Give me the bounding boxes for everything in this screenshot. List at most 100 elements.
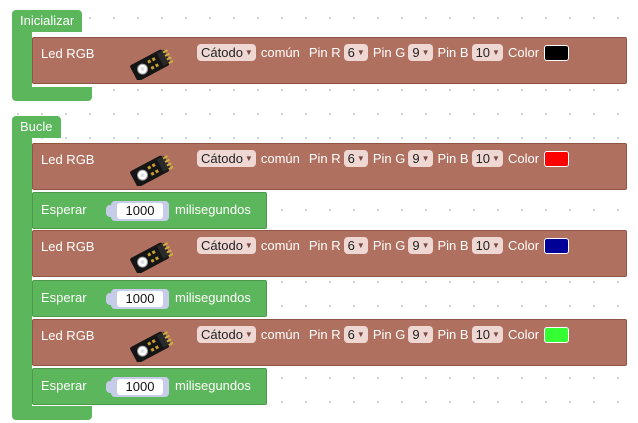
wait-label: Esperar <box>41 290 87 305</box>
common-label: común <box>260 327 300 342</box>
pin-g-value: 9 <box>412 327 420 342</box>
dropdown-arrow-icon: ▼ <box>356 48 365 57</box>
color-swatch[interactable] <box>544 150 570 167</box>
dropdown-arrow-icon: ▼ <box>244 241 253 250</box>
pin-r-dropdown[interactable]: 6 ▼ <box>343 44 368 61</box>
wait-label: Esperar <box>41 202 87 217</box>
pin-g-dropdown[interactable]: 9 ▼ <box>408 150 433 167</box>
workspace[interactable]: Inicializar Bucle Led RGB Cátodo▼ común <box>0 0 638 423</box>
pin-b-label: Pin B <box>437 327 469 342</box>
cathode-value: Cátodo <box>201 327 243 342</box>
pin-r-label: Pin R <box>308 327 341 342</box>
pin-b-dropdown[interactable]: 10 ▼ <box>471 237 503 254</box>
pin-g-dropdown[interactable]: 9 ▼ <box>408 237 433 254</box>
loop-block-foot <box>12 406 92 420</box>
rgb-led-module-icon <box>130 242 173 273</box>
number-input-block: 1000 <box>106 377 169 397</box>
dropdown-arrow-icon: ▼ <box>244 154 253 163</box>
dropdown-arrow-icon: ▼ <box>421 48 430 57</box>
dropdown-arrow-icon: ▼ <box>244 330 253 339</box>
led-rgb-label: Led RGB <box>41 152 95 167</box>
common-label: común <box>260 238 300 253</box>
pin-g-dropdown[interactable]: 9 ▼ <box>408 44 433 61</box>
wait-unit-label: milisegundos <box>175 290 251 305</box>
color-swatch[interactable] <box>544 44 570 61</box>
led-rgb-block[interactable]: Led RGB Cátodo ▼ común Pin R 6 ▼ Pin G 9 ▼ … <box>32 37 627 84</box>
pin-g-value: 9 <box>412 238 420 253</box>
dropdown-arrow-icon: ▼ <box>356 241 365 250</box>
pin-b-value: 10 <box>475 327 491 342</box>
pin-r-value: 6 <box>347 327 355 342</box>
dropdown-arrow-icon: ▼ <box>356 154 365 163</box>
loop-block-label: Bucle <box>12 116 61 138</box>
dropdown-arrow-icon: ▼ <box>492 48 500 57</box>
dropdown-arrow-icon: ▼ <box>421 154 430 163</box>
led-rgb-block[interactable]: Led RGB Cátodo ▼ común Pin R 6 ▼ Pin G 9 ▼ … <box>32 143 627 190</box>
wait-label: Esperar <box>41 378 87 393</box>
dropdown-arrow-icon: ▼ <box>492 241 500 250</box>
cathode-dropdown[interactable]: Cátodo ▼ <box>197 150 256 167</box>
pin-r-label: Pin R <box>308 151 341 166</box>
setup-block-foot <box>12 87 92 101</box>
color-label: Color <box>507 327 540 342</box>
rgb-led-module-icon <box>130 155 173 186</box>
dropdown-arrow-icon: ▼ <box>492 154 500 163</box>
pin-b-dropdown[interactable]: 10 ▼ <box>471 44 503 61</box>
cathode-dropdown[interactable]: Cátodo ▼ <box>197 237 256 254</box>
pin-b-dropdown[interactable]: 10 ▼ <box>471 150 503 167</box>
rgb-led-module-icon <box>130 49 173 80</box>
common-label: común <box>260 45 300 60</box>
pin-r-label: Pin R <box>308 238 341 253</box>
pin-r-dropdown[interactable]: 6 ▼ <box>343 326 368 343</box>
number-input-block: 1000 <box>106 201 169 221</box>
led-rgb-label: Led RGB <box>41 328 95 343</box>
pin-b-label: Pin B <box>437 151 469 166</box>
led-rgb-label: Led RGB <box>41 46 95 61</box>
wait-block[interactable]: Esperar 1000 milisegundos <box>32 368 267 405</box>
led-rgb-block[interactable]: Led RGB Cátodo ▼ común Pin R 6 ▼ Pin G 9 ▼ … <box>32 319 627 366</box>
color-swatch[interactable] <box>544 237 570 254</box>
cathode-value: Cátodo <box>201 238 243 253</box>
cathode-dropdown[interactable]: Cátodo ▼ <box>197 326 256 343</box>
dropdown-arrow-icon: ▼ <box>421 330 430 339</box>
dropdown-arrow-icon: ▼ <box>421 241 430 250</box>
pin-b-dropdown[interactable]: 10 ▼ <box>471 326 503 343</box>
cathode-value: Cátodo <box>201 151 243 166</box>
pin-r-value: 6 <box>347 238 355 253</box>
wait-unit-label: milisegundos <box>175 378 251 393</box>
dropdown-arrow-icon: ▼ <box>492 330 500 339</box>
puzzle-tab <box>106 381 114 393</box>
pin-r-dropdown[interactable]: 6 ▼ <box>343 237 368 254</box>
rgb-led-module-icon <box>130 331 173 362</box>
color-label: Color <box>507 45 540 60</box>
loop-block-spine <box>12 137 32 413</box>
common-label: común <box>260 151 300 166</box>
pin-r-value: 6 <box>347 151 355 166</box>
color-label: Color <box>507 151 540 166</box>
pin-r-value: 6 <box>347 45 355 60</box>
wait-unit-label: milisegundos <box>175 202 251 217</box>
dropdown-arrow-icon: ▼ <box>356 330 365 339</box>
puzzle-tab <box>106 293 114 305</box>
wait-block[interactable]: Esperar 1000 milisegundos <box>32 192 267 229</box>
color-swatch[interactable] <box>544 326 570 343</box>
cathode-dropdown[interactable]: Cátodo ▼ <box>197 44 256 61</box>
color-label: Color <box>507 238 540 253</box>
delay-input[interactable]: 1000 <box>117 379 163 395</box>
wait-block[interactable]: Esperar 1000 milisegundos <box>32 280 267 317</box>
pin-g-value: 9 <box>412 151 420 166</box>
led-rgb-block[interactable]: Led RGB Cátodo ▼ común Pin R 6 ▼ Pin G 9 ▼ … <box>32 230 627 277</box>
pin-b-label: Pin B <box>437 45 469 60</box>
led-rgb-label: Led RGB <box>41 239 95 254</box>
dropdown-arrow-icon: ▼ <box>244 48 253 57</box>
pin-g-label: Pin G <box>372 45 406 60</box>
pin-b-value: 10 <box>475 238 491 253</box>
delay-input[interactable]: 1000 <box>117 203 163 219</box>
pin-r-dropdown[interactable]: 6 ▼ <box>343 150 368 167</box>
delay-input[interactable]: 1000 <box>117 291 163 307</box>
setup-block-label: Inicializar <box>12 10 83 32</box>
pin-g-dropdown[interactable]: 9 ▼ <box>408 326 433 343</box>
number-input-block: 1000 <box>106 289 169 309</box>
pin-g-label: Pin G <box>372 238 406 253</box>
pin-b-label: Pin B <box>437 238 469 253</box>
